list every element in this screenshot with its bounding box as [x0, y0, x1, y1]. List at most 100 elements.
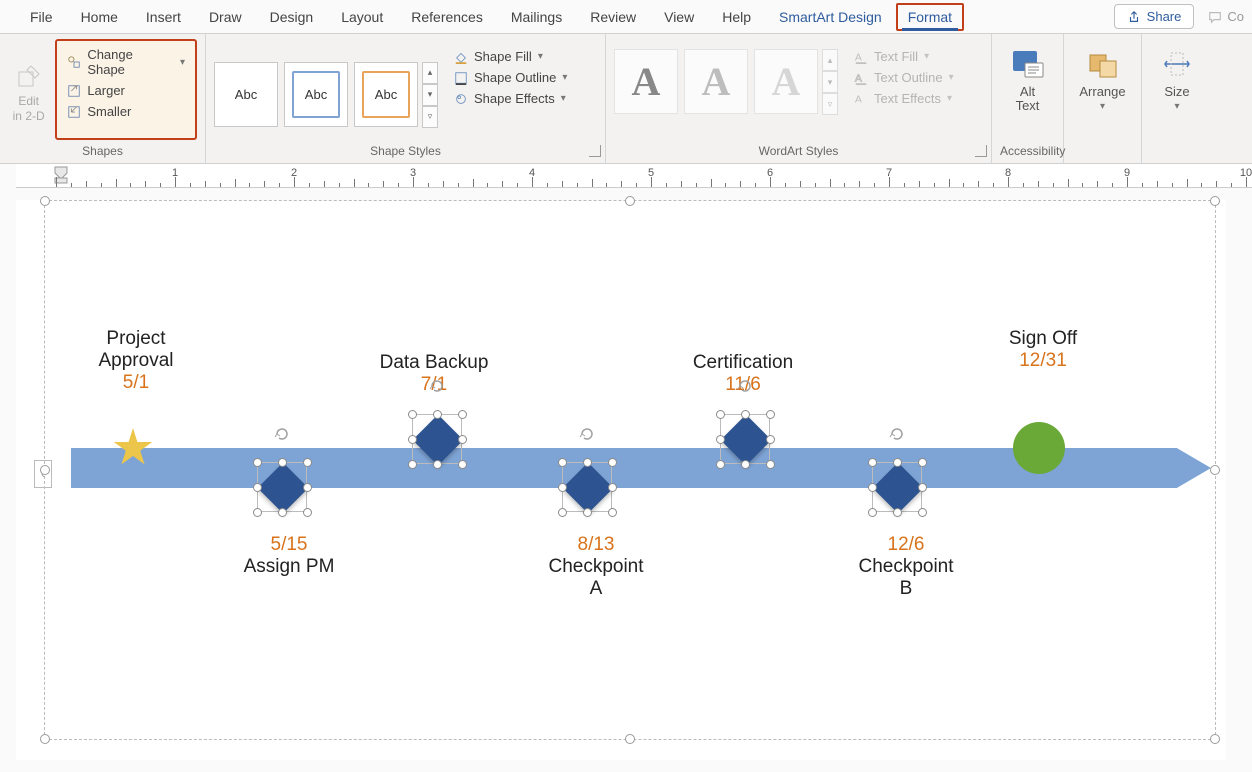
style-expand[interactable]: ▿ [422, 106, 438, 128]
comments-button[interactable]: Co [1194, 3, 1252, 30]
selection-handle[interactable] [766, 460, 775, 469]
tab-insert[interactable]: Insert [132, 3, 195, 31]
selection-handle[interactable] [458, 460, 467, 469]
selection-handle[interactable] [558, 458, 567, 467]
selection-handle[interactable] [608, 458, 617, 467]
selection-handle[interactable] [608, 483, 617, 492]
selection-handle[interactable] [278, 508, 287, 517]
selection-handle[interactable] [40, 734, 50, 744]
tab-references[interactable]: References [397, 3, 497, 31]
selection-handle[interactable] [1210, 196, 1220, 206]
selection-handle[interactable] [741, 460, 750, 469]
selection-handle[interactable] [716, 460, 725, 469]
selection-handle[interactable] [558, 483, 567, 492]
selection-handle[interactable] [253, 483, 262, 492]
rotate-handle-icon[interactable] [274, 426, 290, 445]
shape-style-3[interactable]: Abc [354, 62, 418, 127]
wordart-style-3[interactable]: A [754, 49, 818, 114]
diamond-certification[interactable] [714, 408, 776, 470]
smaller-button[interactable]: Smaller [63, 102, 189, 121]
selection-handle[interactable] [608, 508, 617, 517]
milestone-assign-pm[interactable]: 5/15 Assign PM [234, 534, 344, 578]
shape-style-scroller[interactable]: ▴ ▾ ▿ [422, 62, 438, 128]
selection-handle[interactable] [408, 435, 417, 444]
selection-handle[interactable] [893, 458, 902, 467]
wordart-style-2[interactable]: A [684, 49, 748, 114]
selection-handle[interactable] [1210, 734, 1220, 744]
wordart-scroller[interactable]: ▴ ▾ ▿ [822, 49, 838, 140]
tab-layout[interactable]: Layout [327, 3, 397, 31]
selection-handle[interactable] [918, 483, 927, 492]
tab-mailings[interactable]: Mailings [497, 3, 576, 31]
share-button[interactable]: Share [1114, 4, 1195, 29]
wordart-scroll-down[interactable]: ▾ [822, 71, 838, 93]
shape-styles-dialog-launcher[interactable] [589, 145, 601, 157]
selection-handle[interactable] [766, 410, 775, 419]
tab-home[interactable]: Home [67, 3, 132, 31]
wordart-dialog-launcher[interactable] [975, 145, 987, 157]
selection-handle[interactable] [868, 508, 877, 517]
rotate-handle-icon[interactable] [579, 426, 595, 445]
alt-text-button[interactable]: AltText [1000, 39, 1055, 114]
selection-handle[interactable] [893, 508, 902, 517]
selection-handle[interactable] [408, 410, 417, 419]
selection-handle[interactable] [433, 410, 442, 419]
shape-style-gallery[interactable]: Abc Abc Abc ▴ ▾ ▿ [214, 39, 438, 140]
shape-style-1[interactable]: Abc [214, 62, 278, 127]
selection-handle[interactable] [558, 508, 567, 517]
selection-handle[interactable] [625, 734, 635, 744]
tab-view[interactable]: View [650, 3, 708, 31]
wordart-expand[interactable]: ▿ [822, 93, 838, 115]
selection-handle[interactable] [716, 435, 725, 444]
selection-handle[interactable] [408, 460, 417, 469]
selection-handle[interactable] [918, 508, 927, 517]
tab-format[interactable]: Format [896, 3, 964, 31]
arrange-button[interactable]: Arrange ▾ [1072, 39, 1133, 112]
selection-handle[interactable] [253, 458, 262, 467]
selection-handle[interactable] [583, 508, 592, 517]
change-shape-button[interactable]: Change Shape ▾ [63, 45, 189, 79]
diamond-data-backup[interactable] [406, 408, 468, 470]
larger-button[interactable]: Larger [63, 81, 189, 100]
selection-handle[interactable] [625, 196, 635, 206]
milestone-project-approval[interactable]: Project Approval 5/1 [76, 328, 196, 394]
selection-handle[interactable] [868, 458, 877, 467]
tab-draw[interactable]: Draw [195, 3, 256, 31]
horizontal-ruler[interactable]: 12345678910 [16, 164, 1252, 188]
selection-handle[interactable] [583, 458, 592, 467]
document-canvas[interactable]: ‹ Project Approval 5/1 Data Backup 7/1 C… [16, 200, 1226, 760]
selection-handle[interactable] [303, 483, 312, 492]
selection-handle[interactable] [40, 465, 50, 475]
milestone-checkpoint-b[interactable]: 12/6 Checkpoint B [836, 534, 976, 600]
shape-style-2[interactable]: Abc [284, 62, 348, 127]
size-button[interactable]: Size ▾ [1150, 39, 1204, 112]
style-scroll-up[interactable]: ▴ [422, 62, 438, 84]
diamond-checkpoint-a[interactable] [556, 456, 618, 518]
selection-handle[interactable] [253, 508, 262, 517]
tab-file[interactable]: File [16, 3, 67, 31]
selection-handle[interactable] [40, 196, 50, 206]
tab-review[interactable]: Review [576, 3, 650, 31]
selection-handle[interactable] [1210, 465, 1220, 475]
selection-handle[interactable] [868, 483, 877, 492]
shape-fill-button[interactable]: Shape Fill ▾ [454, 49, 567, 64]
selection-handle[interactable] [458, 410, 467, 419]
wordart-scroll-up[interactable]: ▴ [822, 49, 838, 71]
selection-handle[interactable] [766, 435, 775, 444]
tab-design[interactable]: Design [256, 3, 328, 31]
selection-handle[interactable] [303, 508, 312, 517]
selection-handle[interactable] [278, 458, 287, 467]
wordart-style-1[interactable]: A [614, 49, 678, 114]
circle-marker[interactable] [1013, 422, 1065, 474]
selection-handle[interactable] [458, 435, 467, 444]
wordart-gallery[interactable]: A A A ▴ ▾ ▿ [614, 39, 838, 140]
tab-smartart-design[interactable]: SmartArt Design [765, 3, 896, 31]
shape-effects-button[interactable]: Shape Effects ▾ [454, 91, 567, 106]
selection-handle[interactable] [433, 460, 442, 469]
selection-handle[interactable] [716, 410, 725, 419]
tab-help[interactable]: Help [708, 3, 765, 31]
rotate-handle-icon[interactable] [737, 378, 753, 397]
selection-handle[interactable] [303, 458, 312, 467]
shape-outline-button[interactable]: Shape Outline ▾ [454, 70, 567, 85]
rotate-handle-icon[interactable] [889, 426, 905, 445]
